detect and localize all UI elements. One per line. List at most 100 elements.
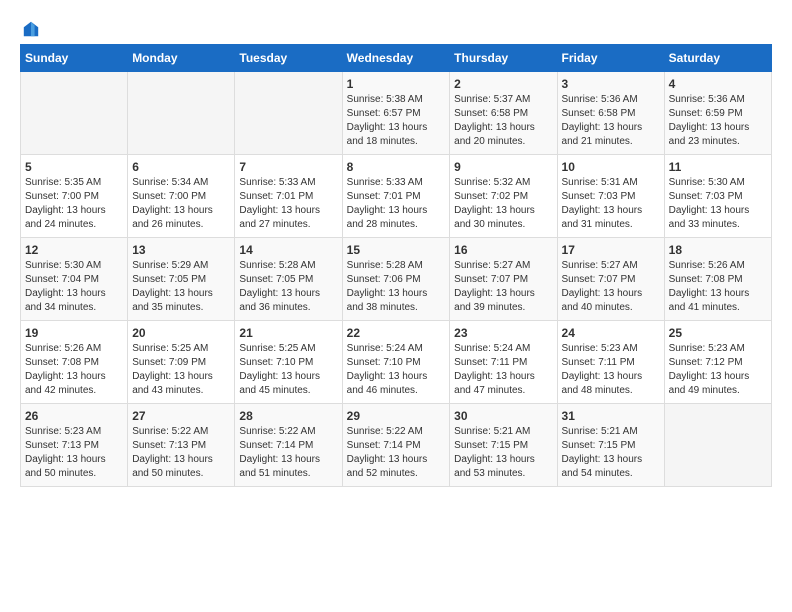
- logo-icon: [22, 20, 40, 38]
- day-number: 26: [25, 409, 123, 423]
- day-number: 1: [347, 77, 446, 91]
- calendar-cell: 15 Sunrise: 5:28 AM Sunset: 7:06 PM Dayli…: [342, 238, 450, 321]
- day-number: 2: [454, 77, 552, 91]
- calendar-cell: 17Sunrise: 5:27 AM Sunset: 7:07 PM Dayli…: [557, 238, 664, 321]
- calendar-cell: 23 Sunrise: 5:24 AM Sunset: 7:11 PM Dayli…: [450, 321, 557, 404]
- day-number: 8: [347, 160, 446, 174]
- day-number: 12: [25, 243, 123, 257]
- calendar-cell: 14 Sunrise: 5:28 AM Sunset: 7:05 PM Dayli…: [235, 238, 342, 321]
- calendar-cell: 27 Sunrise: 5:22 AM Sunset: 7:13 PM Dayli…: [128, 404, 235, 487]
- calendar-cell: 3 Sunrise: 5:36 AM Sunset: 6:58 PM Daylig…: [557, 72, 664, 155]
- day-number: 21: [239, 326, 337, 340]
- day-info: Sunrise: 5:22 AM Sunset: 7:14 PM Dayligh…: [239, 425, 337, 481]
- day-number: 31: [562, 409, 660, 423]
- calendar-cell: 5Sunrise: 5:35 AM Sunset: 7:00 PM Daylig…: [21, 155, 128, 238]
- day-number: 3: [562, 77, 660, 91]
- calendar-cell: 7 Sunrise: 5:33 AM Sunset: 7:01 PM Daylig…: [235, 155, 342, 238]
- day-info: Sunrise: 5:38 AM Sunset: 6:57 PM Dayligh…: [347, 93, 446, 149]
- calendar-cell: 31 Sunrise: 5:21 AM Sunset: 7:15 PM Dayli…: [557, 404, 664, 487]
- calendar-cell: 19 Sunrise: 5:26 AM Sunset: 7:08 PM Dayli…: [21, 321, 128, 404]
- day-info: Sunrise: 5:36 AM Sunset: 6:59 PM Dayligh…: [669, 93, 767, 149]
- calendar-week-row: 1 Sunrise: 5:38 AM Sunset: 6:57 PM Daylig…: [21, 72, 772, 155]
- day-number: 24: [562, 326, 660, 340]
- weekday-header: Monday: [128, 45, 235, 72]
- day-info: Sunrise: 5:30 AM Sunset: 7:03 PM Dayligh…: [669, 176, 767, 232]
- day-number: 4: [669, 77, 767, 91]
- calendar-cell: 16 Sunrise: 5:27 AM Sunset: 7:07 PM Dayli…: [450, 238, 557, 321]
- logo: [20, 20, 40, 34]
- day-info: Sunrise: 5:26 AM Sunset: 7:08 PM Dayligh…: [669, 259, 767, 315]
- calendar-cell: [128, 72, 235, 155]
- weekday-header: Tuesday: [235, 45, 342, 72]
- calendar-cell: 4 Sunrise: 5:36 AM Sunset: 6:59 PM Daylig…: [664, 72, 771, 155]
- day-number: 25: [669, 326, 767, 340]
- calendar-cell: 1 Sunrise: 5:38 AM Sunset: 6:57 PM Daylig…: [342, 72, 450, 155]
- day-info: Sunrise: 5:34 AM Sunset: 7:00 PM Dayligh…: [132, 176, 230, 232]
- day-number: 7: [239, 160, 337, 174]
- weekday-header: Wednesday: [342, 45, 450, 72]
- day-number: 29: [347, 409, 446, 423]
- day-number: 27: [132, 409, 230, 423]
- day-number: 10: [562, 160, 660, 174]
- day-info: Sunrise: 5:24 AM Sunset: 7:10 PM Dayligh…: [347, 342, 446, 398]
- calendar-cell: 20 Sunrise: 5:25 AM Sunset: 7:09 PM Dayli…: [128, 321, 235, 404]
- day-info: Sunrise: 5:26 AM Sunset: 7:08 PM Dayligh…: [25, 342, 123, 398]
- day-info: Sunrise: 5:31 AM Sunset: 7:03 PM Dayligh…: [562, 176, 660, 232]
- calendar-cell: 25Sunrise: 5:23 AM Sunset: 7:12 PM Dayli…: [664, 321, 771, 404]
- calendar-week-row: 5Sunrise: 5:35 AM Sunset: 7:00 PM Daylig…: [21, 155, 772, 238]
- day-info: Sunrise: 5:30 AM Sunset: 7:04 PM Dayligh…: [25, 259, 123, 315]
- day-info: Sunrise: 5:28 AM Sunset: 7:06 PM Dayligh…: [347, 259, 446, 315]
- day-info: Sunrise: 5:29 AM Sunset: 7:05 PM Dayligh…: [132, 259, 230, 315]
- day-info: Sunrise: 5:37 AM Sunset: 6:58 PM Dayligh…: [454, 93, 552, 149]
- calendar-cell: [235, 72, 342, 155]
- calendar-cell: 26Sunrise: 5:23 AM Sunset: 7:13 PM Dayli…: [21, 404, 128, 487]
- weekday-header: Friday: [557, 45, 664, 72]
- calendar-cell: 2 Sunrise: 5:37 AM Sunset: 6:58 PM Daylig…: [450, 72, 557, 155]
- calendar-cell: 28 Sunrise: 5:22 AM Sunset: 7:14 PM Dayli…: [235, 404, 342, 487]
- calendar-cell: 13 Sunrise: 5:29 AM Sunset: 7:05 PM Dayli…: [128, 238, 235, 321]
- weekday-row: SundayMondayTuesdayWednesdayThursdayFrid…: [21, 45, 772, 72]
- day-info: Sunrise: 5:27 AM Sunset: 7:07 PM Dayligh…: [454, 259, 552, 315]
- day-number: 15: [347, 243, 446, 257]
- calendar-header: SundayMondayTuesdayWednesdayThursdayFrid…: [21, 45, 772, 72]
- calendar-body: 1 Sunrise: 5:38 AM Sunset: 6:57 PM Daylig…: [21, 72, 772, 487]
- day-info: Sunrise: 5:22 AM Sunset: 7:13 PM Dayligh…: [132, 425, 230, 481]
- day-number: 18: [669, 243, 767, 257]
- day-info: Sunrise: 5:22 AM Sunset: 7:14 PM Dayligh…: [347, 425, 446, 481]
- day-number: 28: [239, 409, 337, 423]
- calendar-cell: 18 Sunrise: 5:26 AM Sunset: 7:08 PM Dayli…: [664, 238, 771, 321]
- calendar-cell: 6 Sunrise: 5:34 AM Sunset: 7:00 PM Daylig…: [128, 155, 235, 238]
- day-number: 20: [132, 326, 230, 340]
- day-number: 22: [347, 326, 446, 340]
- calendar-cell: 29 Sunrise: 5:22 AM Sunset: 7:14 PM Dayli…: [342, 404, 450, 487]
- calendar-cell: 22 Sunrise: 5:24 AM Sunset: 7:10 PM Dayli…: [342, 321, 450, 404]
- day-info: Sunrise: 5:21 AM Sunset: 7:15 PM Dayligh…: [454, 425, 552, 481]
- calendar-week-row: 19 Sunrise: 5:26 AM Sunset: 7:08 PM Dayli…: [21, 321, 772, 404]
- calendar-week-row: 12 Sunrise: 5:30 AM Sunset: 7:04 PM Dayli…: [21, 238, 772, 321]
- day-number: 14: [239, 243, 337, 257]
- calendar-cell: 30 Sunrise: 5:21 AM Sunset: 7:15 PM Dayli…: [450, 404, 557, 487]
- day-number: 13: [132, 243, 230, 257]
- day-number: 6: [132, 160, 230, 174]
- day-info: Sunrise: 5:23 AM Sunset: 7:11 PM Dayligh…: [562, 342, 660, 398]
- calendar-cell: 9Sunrise: 5:32 AM Sunset: 7:02 PM Daylig…: [450, 155, 557, 238]
- day-info: Sunrise: 5:33 AM Sunset: 7:01 PM Dayligh…: [347, 176, 446, 232]
- day-number: 17: [562, 243, 660, 257]
- day-number: 30: [454, 409, 552, 423]
- day-info: Sunrise: 5:36 AM Sunset: 6:58 PM Dayligh…: [562, 93, 660, 149]
- day-info: Sunrise: 5:33 AM Sunset: 7:01 PM Dayligh…: [239, 176, 337, 232]
- day-number: 19: [25, 326, 123, 340]
- day-info: Sunrise: 5:28 AM Sunset: 7:05 PM Dayligh…: [239, 259, 337, 315]
- day-info: Sunrise: 5:25 AM Sunset: 7:10 PM Dayligh…: [239, 342, 337, 398]
- day-number: 23: [454, 326, 552, 340]
- day-info: Sunrise: 5:35 AM Sunset: 7:00 PM Dayligh…: [25, 176, 123, 232]
- calendar-week-row: 26Sunrise: 5:23 AM Sunset: 7:13 PM Dayli…: [21, 404, 772, 487]
- calendar-table: SundayMondayTuesdayWednesdayThursdayFrid…: [20, 44, 772, 487]
- day-number: 16: [454, 243, 552, 257]
- weekday-header: Thursday: [450, 45, 557, 72]
- calendar-cell: 8 Sunrise: 5:33 AM Sunset: 7:01 PM Daylig…: [342, 155, 450, 238]
- day-number: 9: [454, 160, 552, 174]
- day-info: Sunrise: 5:21 AM Sunset: 7:15 PM Dayligh…: [562, 425, 660, 481]
- day-info: Sunrise: 5:25 AM Sunset: 7:09 PM Dayligh…: [132, 342, 230, 398]
- day-info: Sunrise: 5:24 AM Sunset: 7:11 PM Dayligh…: [454, 342, 552, 398]
